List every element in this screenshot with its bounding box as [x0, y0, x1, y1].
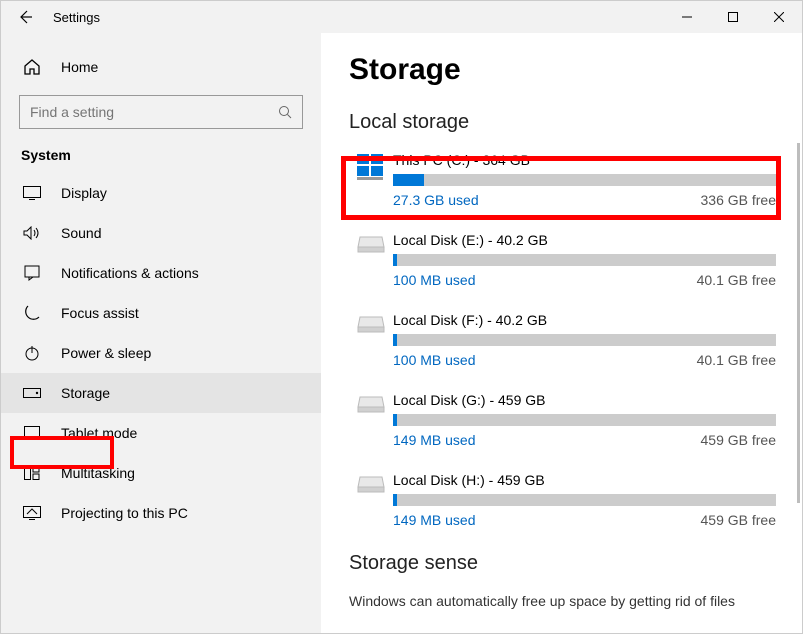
sidebar-home[interactable]: Home	[1, 47, 321, 87]
local-storage-heading: Local storage	[349, 111, 802, 134]
sidebar-item-label: Multitasking	[61, 465, 135, 481]
storage-icon	[21, 388, 43, 398]
sidebar-item-label: Storage	[61, 385, 110, 401]
disk-drive-icon	[349, 232, 393, 288]
tablet-icon	[21, 426, 43, 440]
drive-used[interactable]: 27.3 GB used	[393, 192, 479, 208]
drive-name: Local Disk (G:) - 459 GB	[393, 392, 776, 408]
usage-bar	[393, 414, 776, 426]
drive-name: Local Disk (F:) - 40.2 GB	[393, 312, 776, 328]
page-title: Storage	[349, 53, 802, 87]
sidebar-item-focus-assist[interactable]: Focus assist	[1, 293, 321, 333]
drive-free: 336 GB free	[701, 192, 777, 208]
usage-bar	[393, 254, 776, 266]
storage-sense-description: Windows can automatically free up space …	[349, 593, 802, 609]
sidebar-item-label: Display	[61, 185, 107, 201]
search-input[interactable]	[19, 95, 303, 129]
drive-free: 40.1 GB free	[697, 352, 776, 368]
drive-used[interactable]: 100 MB used	[393, 272, 476, 288]
sidebar-item-projecting[interactable]: Projecting to this PC	[1, 493, 321, 533]
windows-drive-icon	[349, 152, 393, 208]
sound-icon	[21, 226, 43, 240]
drive-free: 459 GB free	[701, 432, 777, 448]
close-button[interactable]	[756, 1, 802, 33]
sidebar-item-label: Power & sleep	[61, 345, 151, 361]
drive-free: 459 GB free	[701, 512, 777, 528]
drive-row[interactable]: Local Disk (E:) - 40.2 GB 100 MB used 40.1…	[349, 232, 802, 288]
drive-row[interactable]: This PC (C:) - 364 GB 27.3 GB used 336 GB …	[349, 152, 802, 208]
titlebar: Settings	[1, 1, 802, 33]
sidebar-item-label: Sound	[61, 225, 101, 241]
drive-name: Local Disk (H:) - 459 GB	[393, 472, 776, 488]
back-button[interactable]	[11, 3, 39, 31]
search-field[interactable]	[30, 104, 278, 120]
display-icon	[21, 186, 43, 200]
focus-assist-icon	[21, 305, 43, 321]
drive-row[interactable]: Local Disk (H:) - 459 GB 149 MB used 459 G…	[349, 472, 802, 528]
drive-used[interactable]: 149 MB used	[393, 432, 476, 448]
maximize-button[interactable]	[710, 1, 756, 33]
usage-bar	[393, 494, 776, 506]
sidebar-item-label: Projecting to this PC	[61, 505, 188, 521]
sidebar-item-power-sleep[interactable]: Power & sleep	[1, 333, 321, 373]
scrollbar[interactable]	[797, 143, 800, 503]
window-title: Settings	[53, 10, 100, 25]
sidebar-section-system: System	[1, 147, 321, 173]
content-pane: Storage Local storage This PC (C:) - 364…	[321, 33, 802, 633]
usage-bar	[393, 174, 776, 186]
sidebar-item-label: Tablet mode	[61, 425, 137, 441]
sidebar-item-sound[interactable]: Sound	[1, 213, 321, 253]
drive-used[interactable]: 149 MB used	[393, 512, 476, 528]
drive-name: This PC (C:) - 364 GB	[393, 152, 776, 168]
sidebar-item-storage[interactable]: Storage	[1, 373, 321, 413]
drive-used[interactable]: 100 MB used	[393, 352, 476, 368]
sidebar-item-label: Focus assist	[61, 305, 139, 321]
sidebar-item-tablet-mode[interactable]: Tablet mode	[1, 413, 321, 453]
disk-drive-icon	[349, 472, 393, 528]
sidebar-item-notifications[interactable]: Notifications & actions	[1, 253, 321, 293]
sidebar: Home System Display Sound Notifications …	[1, 33, 321, 633]
projecting-icon	[21, 506, 43, 520]
usage-bar	[393, 334, 776, 346]
multitasking-icon	[21, 466, 43, 480]
disk-drive-icon	[349, 392, 393, 448]
sidebar-home-label: Home	[61, 59, 98, 75]
sidebar-item-display[interactable]: Display	[1, 173, 321, 213]
drive-free: 40.1 GB free	[697, 272, 776, 288]
notifications-icon	[21, 265, 43, 281]
drive-row[interactable]: Local Disk (F:) - 40.2 GB 100 MB used 40.1…	[349, 312, 802, 368]
drive-name: Local Disk (E:) - 40.2 GB	[393, 232, 776, 248]
search-icon	[278, 105, 292, 119]
power-icon	[21, 345, 43, 361]
storage-sense-heading: Storage sense	[349, 552, 802, 575]
minimize-button[interactable]	[664, 1, 710, 33]
drive-row[interactable]: Local Disk (G:) - 459 GB 149 MB used 459 G…	[349, 392, 802, 448]
home-icon	[21, 58, 43, 76]
sidebar-item-label: Notifications & actions	[61, 265, 199, 281]
sidebar-item-multitasking[interactable]: Multitasking	[1, 453, 321, 493]
disk-drive-icon	[349, 312, 393, 368]
